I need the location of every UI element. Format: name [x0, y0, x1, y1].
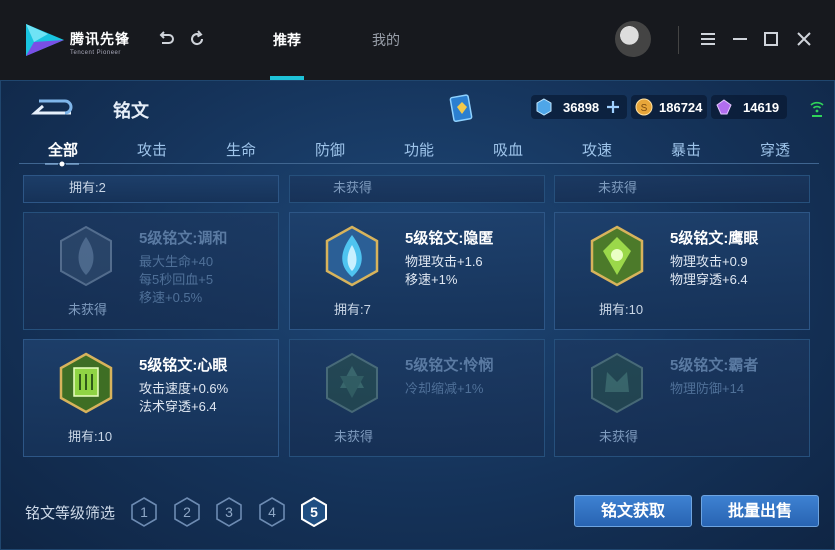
minimize-icon[interactable]: [730, 29, 750, 49]
logo-subtitle: Tencent Pioneer: [70, 50, 121, 56]
stealth-emblem-icon: [325, 225, 379, 287]
inscription-card-partial[interactable]: 未获得: [289, 175, 545, 203]
level-filter-number: 2: [183, 504, 191, 520]
level-filter-1[interactable]: 1: [131, 497, 157, 527]
inscription-book-icon[interactable]: [449, 93, 475, 123]
inscription-panel: 铭文 36898 S 186724 14619 全部 攻击 生命 防御 功能 吸…: [0, 80, 835, 550]
inscription-card-mercy[interactable]: 5级铭文:怜悯 冷却缩减+1% 未获得: [289, 339, 545, 457]
tab-lifesteal[interactable]: 吸血: [493, 139, 523, 160]
inscription-name: 5级铭文:调和: [139, 230, 228, 247]
level-filter-number: 5: [310, 504, 318, 520]
mercy-emblem-icon: [326, 352, 378, 414]
tab-penetration[interactable]: 穿透: [760, 139, 790, 160]
signal-icon: [810, 101, 824, 117]
gold-amount: 186724: [659, 100, 703, 115]
inscription-card-eagle-eye[interactable]: 5级铭文:鹰眼 物理攻击+0.9 物理穿透+6.4 拥有:10: [554, 212, 810, 330]
diamond-icon: [536, 98, 552, 116]
inscription-card-mind-eye[interactable]: 5级铭文:心眼 攻击速度+0.6% 法术穿透+6.4 拥有:10: [23, 339, 279, 457]
refresh-icon[interactable]: [187, 29, 207, 49]
level-filter-number: 1: [140, 504, 148, 520]
inscription-attr: 攻击速度+0.6%: [139, 381, 229, 396]
owned-count: 未获得: [598, 180, 638, 195]
inscription-name: 5级铭文:心眼: [139, 357, 228, 374]
inscription-attr: 每5秒回血+5: [139, 272, 214, 287]
inscription-card-stealth[interactable]: 5级铭文:隐匿 物理攻击+1.6 移速+1% 拥有:7: [289, 212, 545, 330]
crystal-amount: 14619: [743, 100, 780, 115]
inscription-name: 5级铭文:隐匿: [405, 230, 494, 247]
active-tab-marker: [45, 161, 79, 167]
undo-icon[interactable]: [156, 29, 176, 49]
close-icon[interactable]: [794, 29, 814, 49]
svg-text:S: S: [641, 103, 648, 114]
level-filter-number: 3: [225, 504, 233, 520]
inscription-name: 5级铭文:霸者: [670, 357, 759, 374]
owned-count: 拥有:10: [68, 429, 113, 444]
batch-sell-button[interactable]: 批量出售: [701, 495, 819, 527]
level-filter-number: 4: [268, 504, 276, 520]
tab-function[interactable]: 功能: [404, 139, 434, 160]
tabs-divider: [19, 163, 819, 164]
owned-count: 未获得: [68, 302, 108, 317]
page-title: 铭文: [113, 101, 149, 121]
purple-crystal-icon: [716, 99, 732, 115]
level-filter-2[interactable]: 2: [174, 497, 200, 527]
tab-attack-speed[interactable]: 攻速: [582, 139, 612, 160]
logo-title: 腾讯先锋: [70, 31, 130, 47]
inscription-attr: 物理防御+14: [670, 381, 745, 396]
owned-count: 拥有:10: [599, 302, 644, 317]
get-inscription-button[interactable]: 铭文获取: [574, 495, 692, 527]
inscription-card-partial[interactable]: 拥有:2: [23, 175, 279, 203]
inscription-attr: 移速+1%: [405, 272, 458, 287]
inscription-card-overlord[interactable]: 5级铭文:霸者 物理防御+14 未获得: [554, 339, 810, 457]
nav-mine[interactable]: 我的: [372, 30, 400, 50]
tab-defense[interactable]: 防御: [315, 139, 345, 160]
gold-coin-icon: S: [635, 98, 653, 116]
overlord-emblem-icon: [591, 352, 643, 414]
tencent-pioneer-logo-icon: [26, 24, 64, 56]
crystal-currency: 14619: [711, 95, 787, 119]
menu-icon[interactable]: [698, 29, 718, 49]
gold-currency: S 186724: [631, 95, 707, 119]
level-filter-4[interactable]: 4: [259, 497, 285, 527]
owned-count: 拥有:7: [334, 302, 371, 317]
inscription-attr: 移速+0.5%: [139, 290, 203, 305]
inscription-name: 5级铭文:鹰眼: [670, 230, 759, 247]
owned-count: 未获得: [599, 429, 639, 444]
owned-count: 拥有:2: [69, 180, 106, 195]
diamond-currency: 36898: [531, 95, 627, 119]
inscription-attr: 物理攻击+1.6: [405, 254, 483, 269]
owned-count: 未获得: [333, 180, 373, 195]
tab-crit[interactable]: 暴击: [671, 139, 701, 160]
tab-all[interactable]: 全部: [48, 139, 78, 160]
inscription-attr: 物理穿透+6.4: [670, 272, 748, 287]
inscription-attr: 法术穿透+6.4: [139, 399, 217, 414]
tab-health[interactable]: 生命: [226, 139, 256, 160]
nav-recommend[interactable]: 推荐: [273, 30, 301, 50]
eagle-eye-emblem-icon: [590, 225, 644, 287]
logo-text: 腾讯先锋 Tencent Pioneer: [70, 29, 130, 56]
add-diamond-icon[interactable]: [606, 100, 620, 114]
inscription-card-partial[interactable]: 未获得: [554, 175, 810, 203]
harmony-emblem-icon: [60, 225, 112, 287]
level-filter-3[interactable]: 3: [216, 497, 242, 527]
tab-attack[interactable]: 攻击: [137, 139, 167, 160]
maximize-icon[interactable]: [761, 29, 781, 49]
inscription-attr: 物理攻击+0.9: [670, 254, 748, 269]
level-filter-label: 铭文等级筛选: [25, 505, 116, 522]
diamond-amount: 36898: [563, 100, 600, 115]
inscription-card-harmony[interactable]: 5级铭文:调和 最大生命+40 每5秒回血+5 移速+0.5% 未获得: [23, 212, 279, 330]
inscription-attr: 冷却缩减+1%: [405, 381, 484, 396]
title-bar: 腾讯先锋 Tencent Pioneer 推荐 我的: [0, 0, 835, 80]
inscription-name: 5级铭文:怜悯: [405, 357, 494, 374]
level-filter-5-selected[interactable]: 5: [301, 497, 327, 527]
owned-count: 未获得: [334, 429, 374, 444]
mind-eye-emblem-icon: [59, 352, 113, 414]
divider: [678, 26, 679, 54]
inscription-attr: 最大生命+40: [139, 254, 214, 269]
back-arrow-icon[interactable]: [25, 93, 73, 119]
avatar[interactable]: [615, 21, 651, 57]
